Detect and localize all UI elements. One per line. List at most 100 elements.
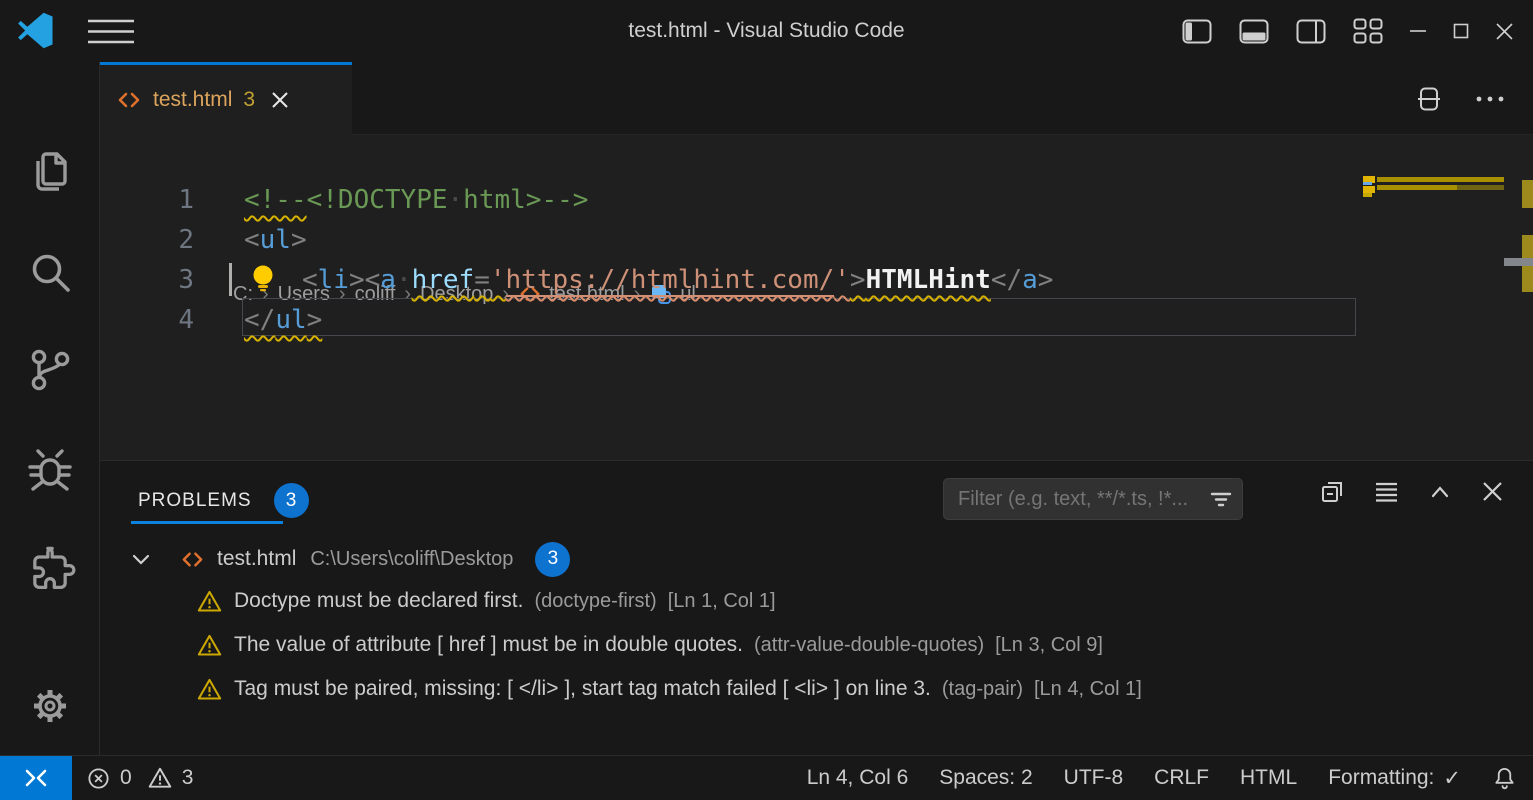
code-token: = bbox=[474, 265, 490, 295]
code-token: · bbox=[396, 265, 412, 295]
customize-layout-icon[interactable] bbox=[1353, 18, 1383, 44]
problems-tab-label: PROBLEMS bbox=[138, 490, 252, 512]
problem-rule: (tag-pair) bbox=[942, 678, 1023, 701]
code-token: https://htmlhint.com/ bbox=[506, 265, 835, 297]
extensions-icon[interactable] bbox=[24, 544, 76, 596]
error-icon bbox=[86, 766, 111, 791]
problems-summary[interactable]: 0 3 bbox=[86, 756, 193, 800]
code-token: li bbox=[318, 265, 349, 295]
search-icon[interactable] bbox=[24, 246, 76, 298]
encoding[interactable]: UTF-8 bbox=[1064, 766, 1124, 790]
maximize-panel-icon[interactable] bbox=[1427, 479, 1453, 505]
code-line-4[interactable]: 4 </ul> bbox=[100, 300, 1363, 340]
maximize-button[interactable] bbox=[1453, 23, 1469, 39]
code-token: </ bbox=[244, 305, 275, 335]
lightbulb-icon[interactable] bbox=[248, 262, 279, 293]
explorer-icon[interactable] bbox=[24, 146, 76, 198]
tab-close-icon[interactable] bbox=[270, 90, 290, 110]
code-token: href bbox=[412, 265, 475, 295]
code-token: > bbox=[291, 225, 307, 255]
code-token: < bbox=[244, 225, 260, 255]
problem-row[interactable]: Doctype must be declared first.(doctype-… bbox=[100, 579, 1533, 623]
problems-count-badge: 3 bbox=[274, 483, 309, 518]
html-file-icon bbox=[180, 547, 205, 572]
indentation[interactable]: Spaces: 2 bbox=[939, 766, 1032, 790]
split-editor-icon[interactable] bbox=[1415, 85, 1443, 113]
problems-panel: PROBLEMS 3 bbox=[100, 460, 1533, 755]
code-token: ul bbox=[275, 305, 306, 335]
notifications-bell-icon[interactable] bbox=[1492, 766, 1517, 791]
menu-hamburger-icon[interactable] bbox=[88, 18, 134, 45]
line-number: 2 bbox=[100, 220, 194, 260]
run-debug-icon[interactable] bbox=[24, 445, 76, 497]
code-token: <!-- bbox=[244, 185, 307, 215]
code-token: a bbox=[380, 265, 396, 295]
remote-indicator[interactable] bbox=[0, 756, 72, 800]
problem-location: [Ln 3, Col 9] bbox=[995, 634, 1103, 657]
scrollbar-overview-ruler[interactable] bbox=[1504, 135, 1533, 460]
problems-file-name: test.html bbox=[217, 547, 296, 571]
problems-list: Doctype must be declared first.(doctype-… bbox=[100, 579, 1533, 711]
line-number: 4 bbox=[100, 300, 194, 340]
close-window-button[interactable] bbox=[1496, 23, 1513, 40]
code-token: > bbox=[307, 305, 323, 335]
file-problems-badge: 3 bbox=[535, 542, 570, 577]
title-bar: test.html - Visual Studio Code bbox=[0, 0, 1533, 62]
settings-gear-icon[interactable] bbox=[24, 680, 76, 732]
code-token: ' bbox=[834, 265, 850, 295]
more-actions-icon[interactable] bbox=[1475, 94, 1505, 104]
code-text: <li><a·href='https://htmlhint.com/'>HTML… bbox=[244, 260, 1053, 300]
code-token: </ bbox=[991, 265, 1022, 295]
code-token: · bbox=[448, 185, 464, 215]
warning-icon bbox=[196, 588, 223, 615]
tab-problems[interactable]: PROBLEMS 3 bbox=[138, 483, 309, 518]
problem-row[interactable]: The value of attribute [ href ] must be … bbox=[100, 623, 1533, 667]
active-panel-tab-underline bbox=[131, 521, 283, 524]
problems-filter bbox=[943, 478, 1243, 520]
tab-test-html[interactable]: test.html 3 bbox=[100, 62, 352, 135]
vscode-logo-icon[interactable] bbox=[17, 12, 54, 49]
warning-icon bbox=[147, 765, 173, 791]
tab-label: test.html bbox=[153, 88, 232, 112]
text-cursor bbox=[229, 263, 232, 296]
editor[interactable]: C: › Users › coliff › Desktop › test.htm… bbox=[100, 135, 1533, 460]
problems-file-path: C:\Users\coliff\Desktop bbox=[310, 548, 513, 571]
language-mode[interactable]: HTML bbox=[1240, 766, 1297, 790]
vscode-window: test.html - Visual Studio Code bbox=[0, 0, 1533, 800]
cursor-position[interactable]: Ln 4, Col 6 bbox=[807, 766, 909, 790]
toggle-secondary-sidebar-icon[interactable] bbox=[1296, 19, 1326, 44]
code-line-1[interactable]: 1<!--<!DOCTYPE·html>--> bbox=[100, 180, 1363, 220]
problem-location: [Ln 1, Col 1] bbox=[668, 590, 776, 613]
code-token: html>--> bbox=[463, 185, 588, 215]
minimize-button[interactable] bbox=[1410, 23, 1426, 39]
view-as-table-icon[interactable] bbox=[1373, 478, 1400, 505]
code-line-3[interactable]: 3<li><a·href='https://htmlhint.com/'>HTM… bbox=[100, 260, 1363, 300]
code-text: <!--<!DOCTYPE·html>--> bbox=[244, 180, 588, 220]
collapse-all-icon[interactable] bbox=[1319, 478, 1346, 505]
code-token: a bbox=[1022, 265, 1038, 295]
problem-row[interactable]: Tag must be paired, missing: [ </li> ], … bbox=[100, 667, 1533, 711]
code-token: ' bbox=[490, 265, 506, 295]
minimap[interactable] bbox=[1363, 175, 1504, 460]
line-number: 3 bbox=[100, 260, 194, 300]
problems-file-group[interactable]: test.html C:\Users\coliff\Desktop 3 bbox=[100, 539, 1533, 579]
html-file-icon bbox=[116, 87, 142, 113]
warning-count: 3 bbox=[182, 766, 194, 790]
code-token: <!DOCTYPE bbox=[307, 185, 448, 215]
filter-icon[interactable] bbox=[1208, 486, 1234, 512]
formatting-status[interactable]: Formatting:✓ bbox=[1328, 766, 1461, 791]
code-line-2[interactable]: 2 <ul> bbox=[100, 220, 1363, 260]
code-token: > bbox=[1038, 265, 1054, 295]
code-text: <ul> bbox=[244, 220, 307, 260]
toggle-primary-sidebar-icon[interactable] bbox=[1182, 19, 1212, 44]
problem-message: The value of attribute [ href ] must be … bbox=[234, 633, 743, 657]
problems-filter-input[interactable] bbox=[956, 487, 1208, 512]
close-panel-icon[interactable] bbox=[1480, 479, 1505, 504]
tab-strip: test.html 3 bbox=[100, 62, 1533, 135]
code-token: ul bbox=[260, 225, 291, 255]
eol-sequence[interactable]: CRLF bbox=[1154, 766, 1209, 790]
toggle-panel-icon[interactable] bbox=[1239, 19, 1269, 44]
source-control-icon[interactable] bbox=[24, 344, 76, 396]
code-lines[interactable]: 1<!--<!DOCTYPE·html>-->2<ul>3<li><a·href… bbox=[100, 180, 1363, 340]
chevron-down-icon[interactable] bbox=[128, 546, 154, 572]
